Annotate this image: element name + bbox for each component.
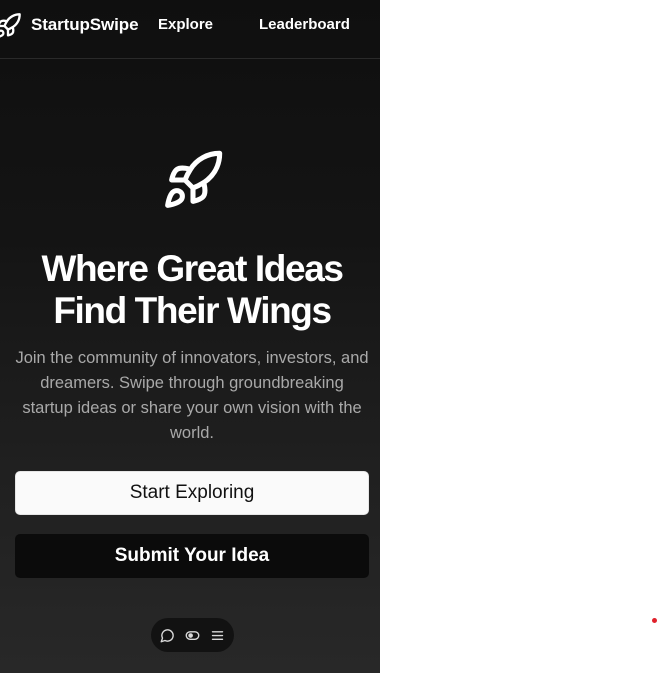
hero-title-line-1: Where Great Ideas xyxy=(41,248,344,289)
top-navigation-bar: StartupSwipe Explore Leaderboard xyxy=(0,0,380,59)
toggle-eye-icon[interactable] xyxy=(185,627,201,643)
chat-bubble-icon[interactable] xyxy=(160,627,176,643)
rocket-icon xyxy=(161,148,225,212)
submit-idea-button[interactable]: Submit Your Idea xyxy=(15,534,369,578)
menu-icon[interactable] xyxy=(210,627,226,643)
hero-title: Where Great Ideas Find Their Wings xyxy=(0,248,380,332)
app-viewport: StartupSwipe Explore Leaderboard Where G… xyxy=(0,0,380,673)
hero-title-line-2: Find Their Wings xyxy=(53,290,332,331)
nav-link-leaderboard[interactable]: Leaderboard xyxy=(259,16,350,33)
start-exploring-button[interactable]: Start Exploring xyxy=(15,471,369,515)
hero-subtitle: Join the community of innovators, invest… xyxy=(15,349,369,442)
nav-link-explore[interactable]: Explore xyxy=(158,16,213,33)
brand-name[interactable]: StartupSwipe xyxy=(31,15,139,35)
indicator-dot xyxy=(652,618,657,623)
floating-dock xyxy=(151,618,234,652)
rocket-icon[interactable] xyxy=(0,12,22,40)
